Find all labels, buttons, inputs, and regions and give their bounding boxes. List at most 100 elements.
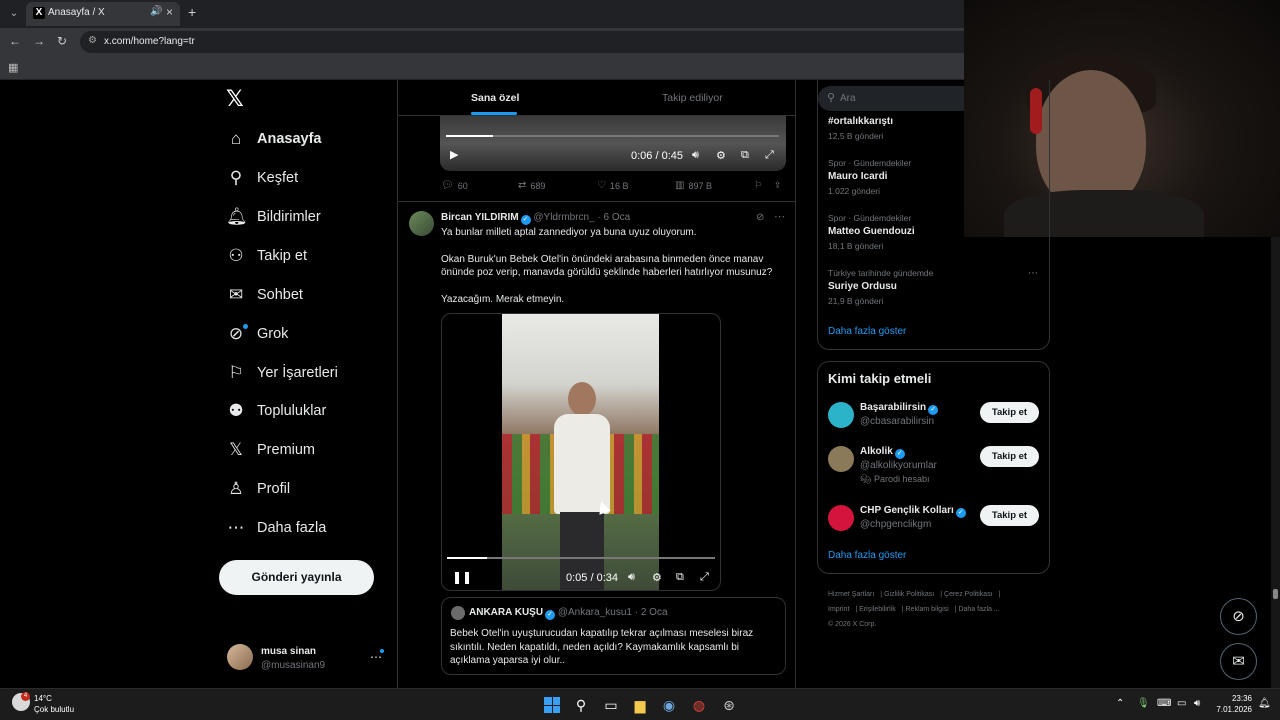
- more-icon[interactable]: ⋯: [774, 210, 785, 223]
- show-more-link[interactable]: Daha fazla göster: [828, 326, 906, 337]
- new-tab-icon[interactable]: +: [188, 4, 196, 20]
- more-icon[interactable]: ⋯: [1028, 268, 1038, 279]
- messages-float-button[interactable]: ✉: [1220, 643, 1257, 680]
- post-date[interactable]: · 6 Oca: [597, 212, 630, 223]
- chrome-icon[interactable]: ◍: [690, 696, 708, 714]
- volume-icon[interactable]: 🔊︎: [1194, 698, 1200, 709]
- share-icon[interactable]: ⇪: [774, 180, 782, 191]
- bookmark-icon[interactable]: ⚐: [754, 180, 762, 191]
- quoted-post[interactable]: ANKARA KUŞU ✓ @Ankara_kusu1 · 2 Oca Bebek…: [441, 597, 786, 675]
- grok-float-button[interactable]: ⊘: [1220, 598, 1257, 635]
- trend-item[interactable]: Spor · Gündemdekiler Matteo Guendouzi 18…: [828, 213, 1038, 251]
- follow-button[interactable]: Takip et: [980, 505, 1039, 526]
- follow-button[interactable]: Takip et: [980, 402, 1039, 423]
- site-info-icon[interactable]: ⚙: [88, 35, 97, 46]
- browser-tab[interactable]: X Anasayfa / X 🔊 ×: [26, 2, 180, 26]
- weather-desc[interactable]: Çok bulutlu: [34, 705, 74, 714]
- sidebar-item-follow[interactable]: ⚇ Takip et: [226, 244, 307, 268]
- scrollbar[interactable]: [1271, 237, 1280, 688]
- footer-link[interactable]: Reklam bilgisi: [906, 606, 949, 613]
- reply-button[interactable]: 💬︎ 60: [441, 180, 468, 191]
- search-icon[interactable]: ⚲: [572, 696, 590, 714]
- video-progress-bar[interactable]: [446, 135, 779, 137]
- chevron-up-icon[interactable]: ⌃: [1116, 698, 1124, 709]
- sidebar-item-profile[interactable]: ♙ Profil: [226, 477, 290, 501]
- address-bar[interactable]: ⚙ x.com/home?lang=tr: [80, 31, 964, 53]
- video-progress-bar[interactable]: [447, 557, 715, 559]
- windows-start-icon[interactable]: [544, 697, 560, 713]
- app-icon[interactable]: ◉: [660, 696, 678, 714]
- author-handle[interactable]: @Yldrmbrcn_: [533, 212, 594, 223]
- sidebar-item-premium[interactable]: 𝕏 Premium: [226, 438, 315, 462]
- verified-icon: ✓: [545, 610, 556, 620]
- clock-date[interactable]: 7.01.2026: [1213, 705, 1252, 714]
- app-icon[interactable]: ⊛: [720, 696, 738, 714]
- grok-icon[interactable]: ⊘: [756, 212, 764, 223]
- suggestion-handle: @alkolikyorumlar: [860, 460, 937, 471]
- tab-for-you[interactable]: Sana özel: [471, 92, 519, 104]
- network-icon[interactable]: ▭: [1177, 698, 1186, 709]
- x-logo-icon[interactable]: 𝕏: [226, 88, 248, 110]
- account-switcher[interactable]: musa sinan @musasinan9 ⋯: [227, 644, 387, 674]
- sidebar-item-grok[interactable]: ⊘ Grok: [226, 322, 288, 346]
- reload-icon[interactable]: ↻: [57, 34, 67, 48]
- sidebar-item-notifications[interactable]: 🔔︎ Bildirimler: [226, 205, 321, 229]
- task-view-icon[interactable]: ▭: [602, 696, 620, 714]
- footer-link[interactable]: Gizlilik Politikası: [884, 591, 934, 598]
- volume-icon[interactable]: 🔊︎: [628, 571, 635, 584]
- like-button[interactable]: ♡ 16 B: [597, 180, 628, 191]
- views-button[interactable]: ▥ 897 B: [675, 180, 712, 191]
- timeline[interactable]: Sana özel Takip ediliyor ▶ 0:06 / 0:45 🔊…: [397, 80, 796, 688]
- file-explorer-icon[interactable]: ▆: [631, 696, 649, 714]
- post-button[interactable]: Gönderi yayınla: [219, 560, 374, 595]
- search-input[interactable]: ⚲ Ara: [818, 86, 964, 111]
- sidebar-item-explore[interactable]: ⚲ Keşfet: [226, 166, 298, 190]
- volume-icon[interactable]: 🔊︎: [692, 149, 699, 162]
- avatar[interactable]: [409, 211, 434, 236]
- clock-time[interactable]: 23:36: [1216, 694, 1252, 703]
- windows-taskbar: 4 14°C Çok bulutlu ⚲ ▭ ▆ ◉ ◍ ⊛ ⌃ 🎙︎ ⌨ ▭ …: [0, 688, 1280, 720]
- sidebar-item-home[interactable]: ⌂ Anasayfa: [226, 127, 322, 151]
- repost-button[interactable]: ⇄ 689: [518, 180, 545, 191]
- tab-search-icon[interactable]: ⌄: [6, 6, 22, 22]
- keyboard-icon[interactable]: ⌨: [1157, 698, 1171, 709]
- fullscreen-icon[interactable]: ⤢: [700, 571, 709, 584]
- tab-following[interactable]: Takip ediliyor: [662, 92, 723, 104]
- forward-icon[interactable]: →: [33, 34, 45, 48]
- pause-icon[interactable]: ❚❚: [452, 570, 472, 584]
- footer-link[interactable]: Çerez Politikası: [944, 591, 993, 598]
- video-player[interactable]: ▶ 0:06 / 0:45 🔊︎ ⚙ ⧉ ⤢: [440, 116, 786, 171]
- sidebar-item-more[interactable]: ⋯ Daha fazla: [226, 516, 327, 540]
- footer-link[interactable]: Daha fazla ...: [958, 606, 999, 613]
- play-icon[interactable]: ▶: [450, 148, 458, 161]
- speaker-icon[interactable]: 🔊: [150, 6, 162, 17]
- follow-button[interactable]: Takip et: [980, 446, 1039, 467]
- sidebar-item-chat[interactable]: ✉ Sohbet: [226, 283, 303, 307]
- close-icon[interactable]: ×: [166, 5, 173, 19]
- microphone-icon[interactable]: 🎙︎: [1137, 698, 1150, 709]
- trend-item[interactable]: Türkiye tarihinde gündemde Suriye Ordusu…: [828, 268, 1038, 306]
- settings-icon[interactable]: ⚙: [716, 149, 726, 162]
- show-more-link[interactable]: Daha fazla göster: [828, 550, 906, 561]
- notification-icon[interactable]: 🔔︎: [1258, 698, 1271, 709]
- sidebar-item-bookmarks[interactable]: ⚐ Yer İşaretleri: [226, 361, 338, 385]
- sidebar-item-communities[interactable]: ⚉ Topluluklar: [226, 399, 326, 423]
- pip-icon[interactable]: ⧉: [741, 149, 749, 162]
- trend-item[interactable]: Spor · Gündemdekiler Mauro Icardi 1.022 …: [828, 158, 1038, 196]
- fullscreen-icon[interactable]: ⤢: [765, 149, 774, 162]
- suggestion-handle: @cbasarabilirsin: [860, 416, 935, 427]
- footer-link[interactable]: Imprint: [828, 606, 849, 613]
- footer-link[interactable]: Hizmet Şartları: [828, 591, 874, 598]
- pip-icon[interactable]: ⧉: [676, 571, 684, 584]
- apps-grid-icon[interactable]: ▦: [8, 61, 18, 74]
- trend-item[interactable]: #ortalıkkarıştı 12,5 B gönderi: [828, 116, 1038, 141]
- video-player[interactable]: ❚❚ 0:05 / 0:34 🔊︎ ⚙ ⧉ ⤢: [441, 313, 721, 591]
- author-name[interactable]: Bircan YILDIRIM: [441, 212, 519, 223]
- footer-link[interactable]: Erişilebilirlik: [859, 606, 896, 613]
- weather-temp[interactable]: 14°C: [34, 694, 52, 703]
- back-icon[interactable]: ←: [9, 34, 21, 48]
- video-frame: [502, 314, 659, 590]
- sidebar-item-label: Keşfet: [257, 170, 299, 186]
- feed-tabs: Sana özel Takip ediliyor: [398, 80, 795, 116]
- settings-icon[interactable]: ⚙: [652, 571, 662, 584]
